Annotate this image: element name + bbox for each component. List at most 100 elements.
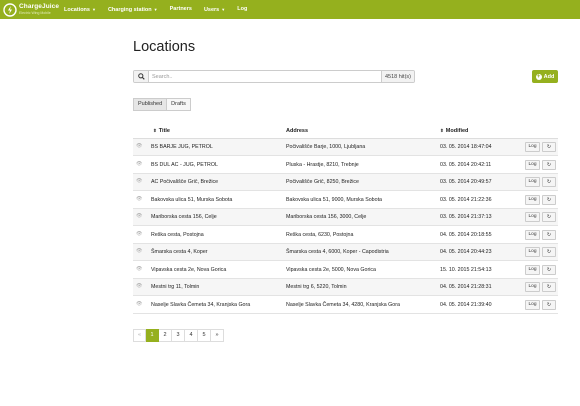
search-button[interactable] bbox=[134, 71, 149, 82]
tab-drafts[interactable]: Drafts bbox=[167, 98, 191, 111]
row-log-button[interactable]: Log bbox=[525, 212, 540, 222]
table-row[interactable]: 👁 Naselje Slavka Čemeta 34, Kranjska Gora… bbox=[133, 297, 558, 314]
pagination: « 1 2 3 4 5 » bbox=[133, 329, 224, 342]
search-icon bbox=[137, 73, 145, 80]
row-log-button[interactable]: Log bbox=[525, 282, 540, 292]
row-log-button[interactable]: Log bbox=[525, 229, 540, 240]
sort-icon: ⬍ bbox=[153, 128, 157, 133]
nav-partners[interactable]: Partners bbox=[164, 0, 198, 19]
column-header-address-label: Address bbox=[286, 128, 309, 134]
refresh-icon[interactable]: ↻ bbox=[542, 299, 556, 310]
row-log-button[interactable]: Log bbox=[525, 142, 540, 152]
refresh-icon[interactable]: ↻ bbox=[542, 282, 556, 292]
cell-title[interactable]: AC Počivališče Grič, Brežice bbox=[151, 179, 218, 185]
caret-down-icon: ▼ bbox=[91, 7, 96, 12]
cell-title[interactable]: BS BARJE JUG, PETROL bbox=[151, 144, 213, 150]
cell-modified: 04. 05. 2014 21:28:31 bbox=[440, 284, 492, 290]
nav-charging-station[interactable]: Charging station ▼ bbox=[102, 0, 164, 19]
table-row[interactable]: 👁 Mestni trg 11, Tolmin Mestni trg 6, 5220… bbox=[133, 279, 558, 296]
row-log-button[interactable]: Log bbox=[525, 177, 540, 187]
cell-title[interactable]: BS DUL AC - JUG, PETROL bbox=[151, 162, 218, 168]
cell-modified: 03. 05. 2014 18:47:04 bbox=[440, 144, 492, 150]
table-row[interactable]: 👁 Reška cesta, Postojna Reška cesta, 6230,… bbox=[133, 227, 558, 244]
search-hit-count: 4518 hit(s) bbox=[381, 71, 414, 82]
nav-locations[interactable]: Locations ▼ bbox=[58, 0, 102, 19]
publish-filter-tabs: Published Drafts bbox=[133, 98, 191, 111]
brand-logo[interactable]: ChargeJuice Electric Wing Mobile bbox=[3, 0, 59, 19]
table-row[interactable]: 👁 AC Počivališče Grič, Brežice Počivališče… bbox=[133, 174, 558, 191]
cell-title[interactable]: Naselje Slavka Čemeta 34, Kranjska Gora bbox=[151, 302, 250, 308]
column-header-modified[interactable]: ⬍ Modified bbox=[440, 128, 468, 134]
table-row[interactable]: 👁 Vipavska cesta 2e, Nova Gorica Vipavska … bbox=[133, 262, 558, 279]
row-log-button[interactable]: Log bbox=[525, 264, 540, 275]
cell-modified: 04. 05. 2014 20:44:23 bbox=[440, 249, 492, 255]
row-log-button[interactable]: Log bbox=[525, 299, 540, 310]
table-row[interactable]: 👁 Mariborska cesta 156, Celje Mariborska c… bbox=[133, 209, 558, 226]
table-row[interactable]: 👁 BS BARJE JUG, PETROL Počivališče Barje, … bbox=[133, 139, 558, 156]
nav-users[interactable]: Users ▼ bbox=[198, 0, 231, 19]
refresh-icon[interactable]: ↻ bbox=[542, 247, 556, 257]
cell-modified: 04. 05. 2014 21:39:40 bbox=[440, 301, 492, 308]
eye-icon: 👁 bbox=[136, 300, 143, 307]
cell-title[interactable]: Mariborska cesta 156, Celje bbox=[151, 214, 217, 220]
brand-tagline: Electric Wing Mobile bbox=[19, 10, 51, 15]
cell-title[interactable]: Šmarska cesta 4, Koper bbox=[151, 249, 208, 255]
cell-address: Počivališče Barje, 1000, Ljubljana bbox=[286, 144, 366, 150]
refresh-icon[interactable]: ↻ bbox=[542, 212, 556, 222]
pagination-page-1[interactable]: 1 bbox=[146, 329, 159, 342]
eye-icon: 👁 bbox=[136, 178, 143, 184]
refresh-icon[interactable]: ↻ bbox=[542, 177, 556, 187]
eye-icon: 👁 bbox=[136, 230, 143, 237]
refresh-icon[interactable]: ↻ bbox=[542, 264, 556, 275]
column-header-title[interactable]: ⬍ Title bbox=[153, 128, 170, 134]
sort-icon: ⬍ bbox=[440, 128, 444, 133]
cell-address: Šmarska cesta 4, 6000, Koper - Capodistr… bbox=[286, 249, 389, 255]
page-title: Locations bbox=[133, 39, 196, 55]
nav-locations-label: Locations bbox=[64, 6, 90, 13]
nav-users-label: Users bbox=[203, 6, 220, 13]
add-button-label: Add bbox=[543, 73, 555, 80]
pagination-next[interactable]: » bbox=[211, 329, 224, 342]
cell-address: Reška cesta, 6230, Postojna bbox=[286, 231, 354, 238]
pagination-page-3[interactable]: 3 bbox=[172, 329, 185, 342]
cell-modified: 04. 05. 2014 20:18:55 bbox=[440, 231, 492, 238]
row-log-button[interactable]: Log bbox=[525, 159, 540, 170]
cell-address: Pluska - Hrastje, 8210, Trebnje bbox=[286, 161, 359, 168]
refresh-icon[interactable]: ↻ bbox=[542, 229, 556, 240]
refresh-icon[interactable]: ↻ bbox=[542, 194, 556, 205]
refresh-icon[interactable]: ↻ bbox=[542, 142, 556, 152]
cell-title[interactable]: Mestni trg 11, Tolmin bbox=[151, 284, 199, 290]
charging-plug-icon bbox=[3, 2, 17, 17]
search-input[interactable] bbox=[149, 71, 381, 82]
eye-icon: 👁 bbox=[136, 248, 143, 254]
table-header: ⬍ Title Address ⬍ Modified bbox=[133, 124, 558, 139]
pagination-page-4[interactable]: 4 bbox=[185, 329, 198, 342]
cell-modified: 03. 05. 2014 21:37:13 bbox=[440, 214, 492, 220]
row-log-button[interactable]: Log bbox=[525, 194, 540, 205]
tab-published[interactable]: Published bbox=[133, 98, 168, 111]
nav-charging-station-label: Charging station bbox=[107, 6, 152, 13]
eye-icon: 👁 bbox=[136, 213, 143, 219]
column-header-address: Address bbox=[286, 128, 308, 134]
refresh-icon[interactable]: ↻ bbox=[542, 159, 556, 170]
table-row[interactable]: 👁 BS DUL AC - JUG, PETROL Pluska - Hrastje… bbox=[133, 157, 558, 174]
cell-modified: 03. 05. 2014 20:42:11 bbox=[440, 161, 492, 168]
nav-log-label: Log bbox=[237, 6, 248, 12]
cell-title[interactable]: Bakovska ulica 51, Murska Sobota bbox=[151, 197, 232, 203]
table-row[interactable]: 👁 Šmarska cesta 4, Koper Šmarska cesta 4, … bbox=[133, 244, 558, 261]
table-row[interactable]: 👁 Bakovska ulica 51, Murska Sobota Bakovsk… bbox=[133, 192, 558, 209]
top-navbar: ChargeJuice Electric Wing Mobile Locatio… bbox=[0, 0, 580, 19]
caret-down-icon: ▼ bbox=[153, 7, 158, 12]
eye-icon: 👁 bbox=[136, 143, 143, 149]
pagination-prev[interactable]: « bbox=[133, 329, 146, 342]
cell-title[interactable]: Vipavska cesta 2e, Nova Gorica bbox=[151, 267, 226, 273]
nav-log[interactable]: Log bbox=[231, 0, 253, 19]
pagination-page-5[interactable]: 5 bbox=[198, 329, 211, 342]
cell-title[interactable]: Reška cesta, Postojna bbox=[151, 232, 204, 238]
row-log-button[interactable]: Log bbox=[525, 247, 540, 257]
cell-address: Naselje Slavka Čemeta 34, 4280, Kranjska… bbox=[286, 301, 400, 308]
add-location-button[interactable]: + Add bbox=[532, 70, 558, 83]
pagination-page-2[interactable]: 2 bbox=[159, 329, 172, 342]
cell-address: Počivališče Grič, 8250, Brežice bbox=[286, 179, 360, 185]
plus-circle-icon: + bbox=[535, 73, 542, 80]
